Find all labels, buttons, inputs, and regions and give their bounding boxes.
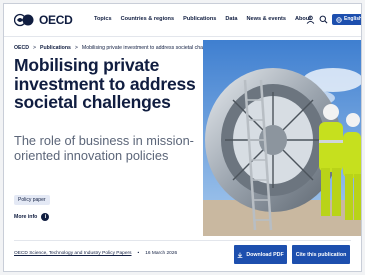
breadcrumb-current: Mobilising private investment to address… (81, 45, 220, 51)
breadcrumb-publications[interactable]: Publications (40, 45, 71, 51)
divider (14, 240, 351, 241)
nav-item-topics[interactable]: Topics (94, 16, 112, 22)
more-info-toggle[interactable]: More info i (14, 213, 50, 221)
page-title: Mobilising private investment to address… (14, 55, 196, 112)
breadcrumb-oecd[interactable]: OECD (14, 45, 29, 51)
oecd-globe-icon (14, 13, 34, 27)
language-label: English (344, 16, 362, 22)
nav-item-publications[interactable]: Publications (183, 16, 216, 22)
info-icon: i (41, 213, 50, 221)
nav-item-countries-regions[interactable]: Countries & regions (121, 16, 174, 22)
series-link[interactable]: OECD Science, Technology and Industry Po… (14, 251, 132, 256)
breadcrumb: OECD > Publications > Mobilising private… (14, 45, 219, 51)
logo-text: OECD (39, 13, 73, 27)
page-frame: OECD Topics Countries & regions Publicat… (3, 3, 362, 272)
cite-publication-label: Cite this publication (295, 251, 347, 258)
publication-date: 16 March 2026 (145, 251, 178, 256)
language-button[interactable]: English (332, 14, 362, 25)
download-pdf-button[interactable]: Download PDF (234, 245, 287, 264)
nav-item-news-events[interactable]: News & events (246, 16, 285, 22)
cite-publication-button[interactable]: Cite this publication (292, 245, 350, 264)
download-icon (237, 252, 243, 258)
breadcrumb-separator: > (74, 45, 78, 51)
oecd-logo[interactable]: OECD (14, 13, 73, 27)
main-nav: Topics Countries & regions Publications … (94, 16, 311, 22)
hero-image (203, 40, 361, 236)
user-icon[interactable] (306, 15, 315, 24)
download-pdf-label: Download PDF (246, 251, 284, 258)
site-header: OECD Topics Countries & regions Publicat… (4, 4, 361, 37)
page-subtitle: The role of business in mission-oriented… (14, 133, 194, 163)
globe-icon (336, 16, 342, 23)
nav-item-data[interactable]: Data (225, 16, 237, 22)
more-info-label: More info (14, 214, 38, 220)
publication-meta: OECD Science, Technology and Industry Po… (14, 251, 177, 256)
search-icon[interactable] (319, 15, 328, 24)
policy-paper-badge: Policy paper (14, 195, 50, 205)
breadcrumb-separator: > (33, 45, 37, 51)
meta-separator: • (137, 251, 140, 256)
